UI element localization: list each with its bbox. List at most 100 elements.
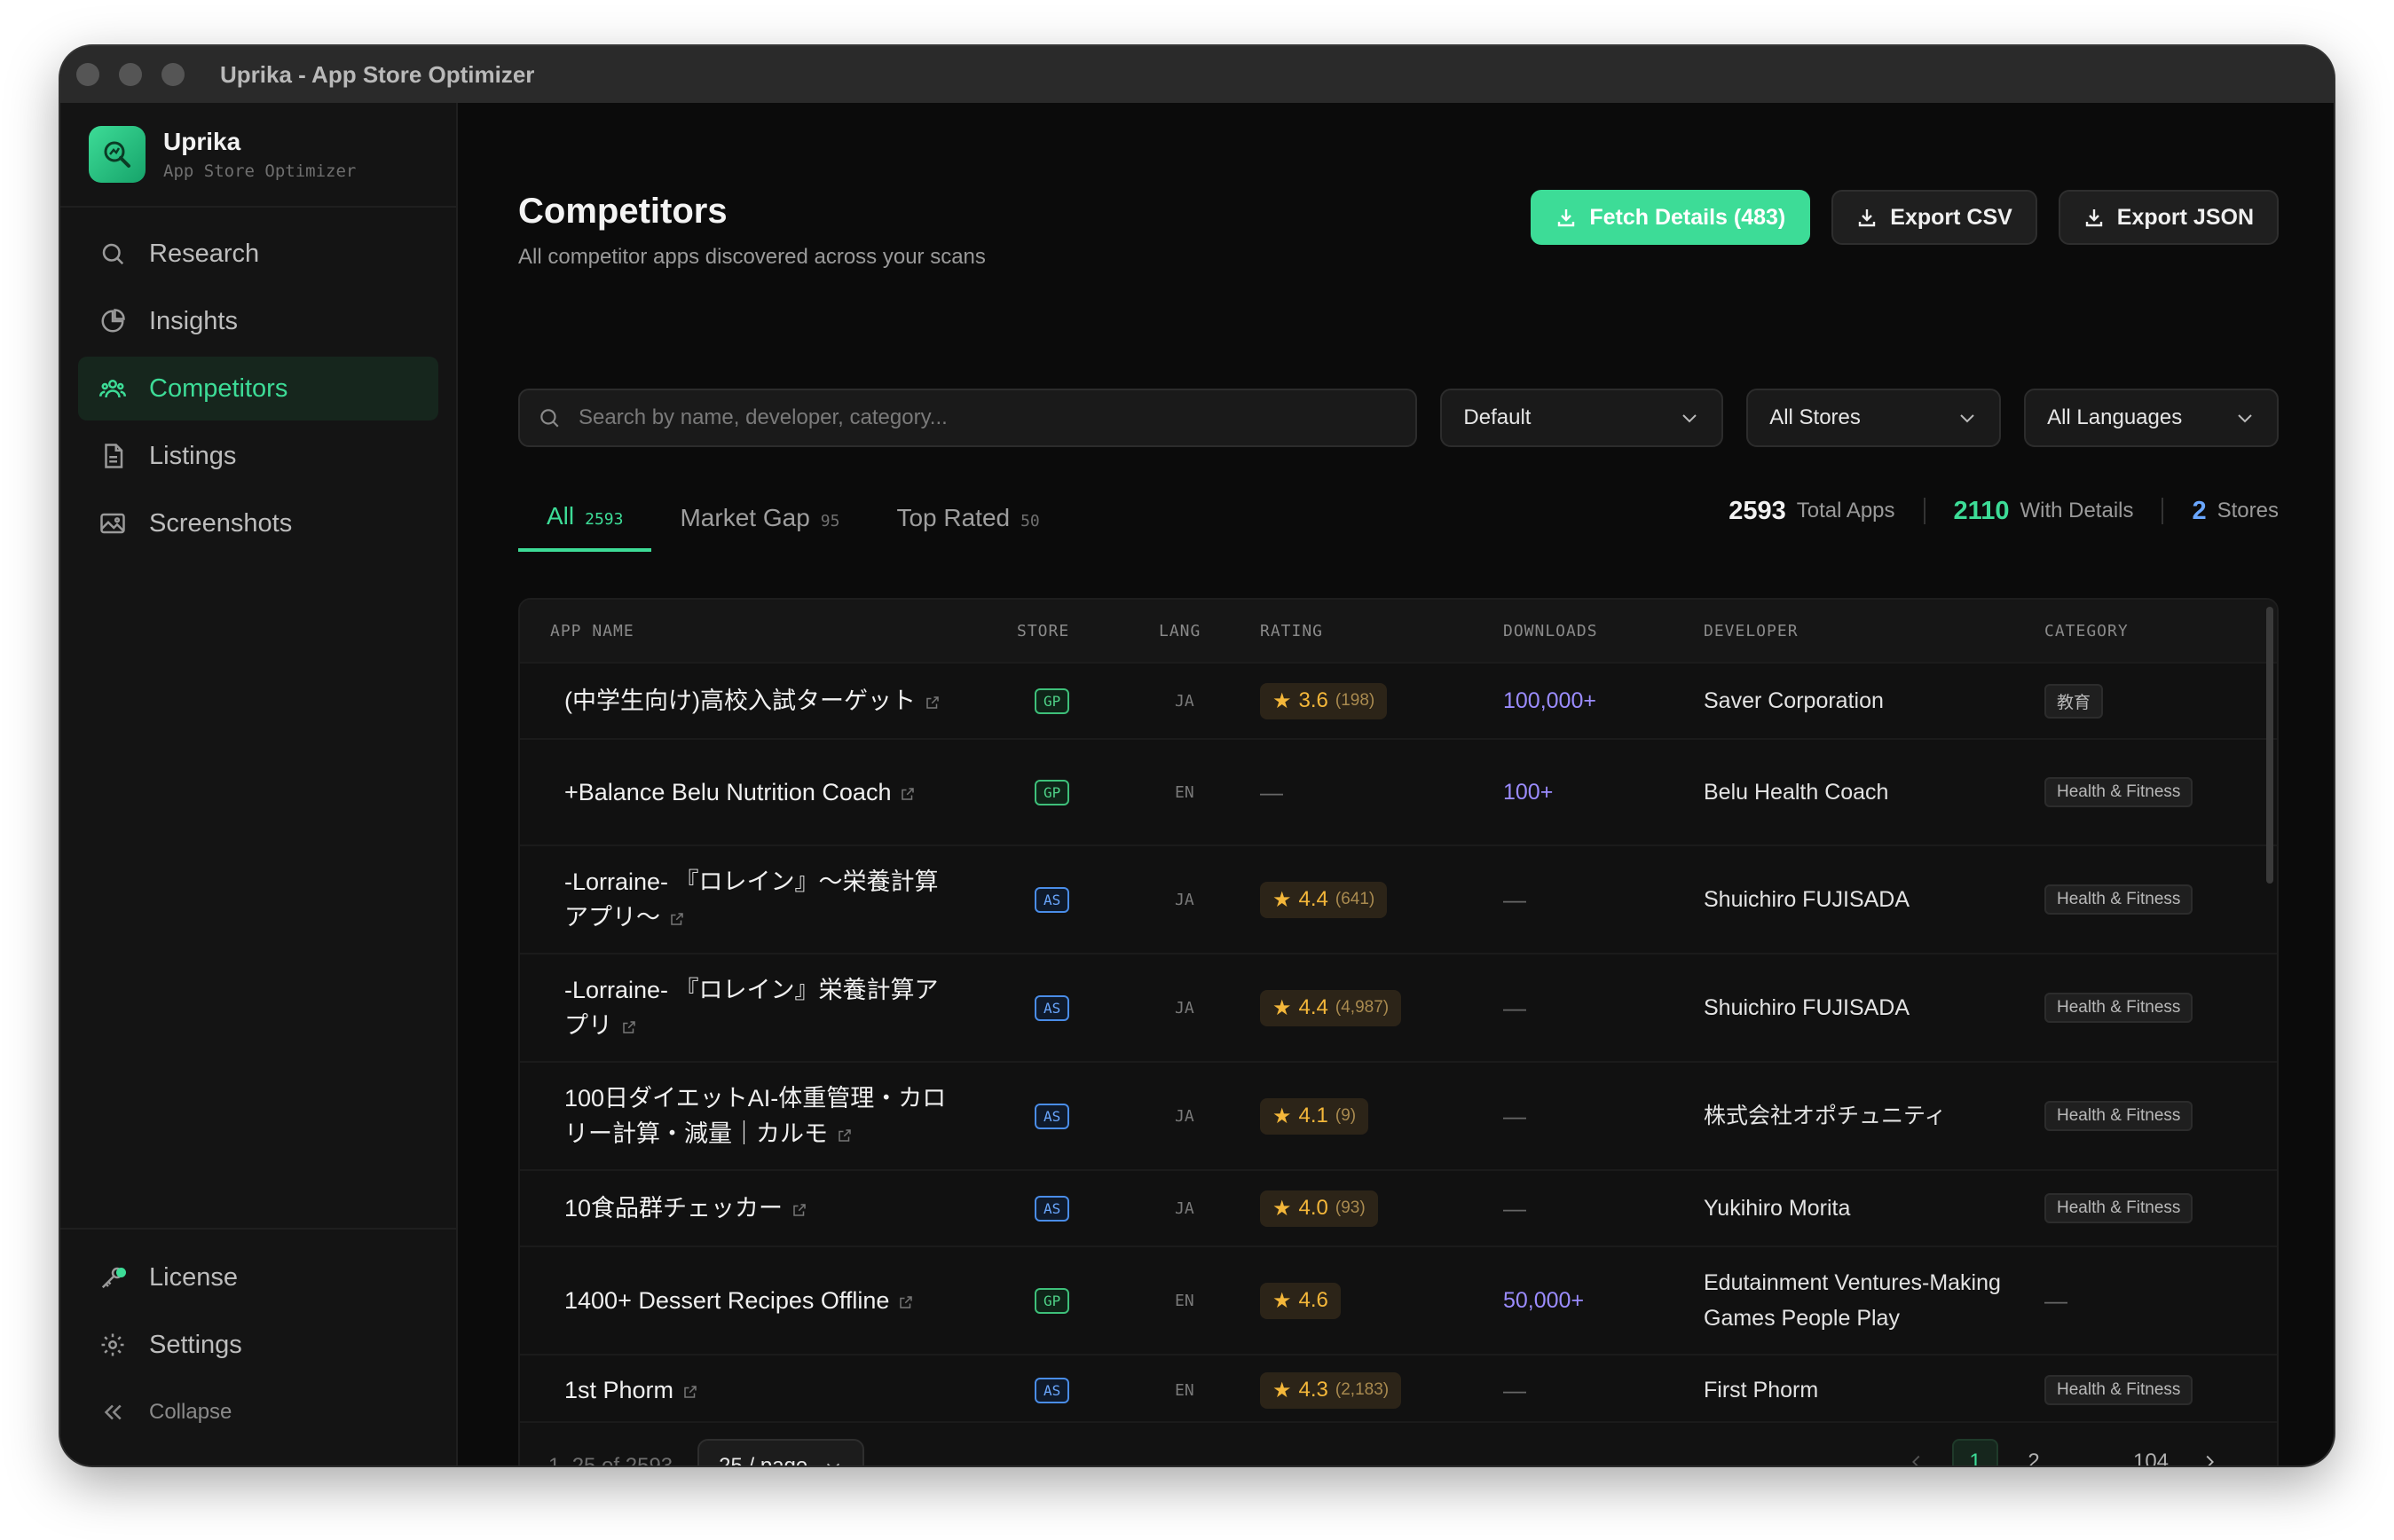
empty-value: — xyxy=(1503,1194,1526,1222)
column-header-lang[interactable]: LANG xyxy=(1132,622,1233,640)
store-select[interactable]: All Stores xyxy=(1746,389,2002,447)
external-link-icon[interactable] xyxy=(900,786,916,802)
column-header-downloads[interactable]: DOWNLOADS xyxy=(1478,622,1679,640)
expand-row-button[interactable] xyxy=(520,1383,550,1397)
close-window-button[interactable] xyxy=(76,63,99,86)
tab-count: 50 xyxy=(1020,511,1040,530)
store-badge: AS xyxy=(1035,1103,1070,1129)
next-page-button[interactable] xyxy=(2186,1439,2233,1465)
external-link-icon[interactable] xyxy=(791,1202,807,1218)
column-header-store[interactable]: STORE xyxy=(990,622,1132,640)
developer-name: Shuichiro FUJISADA xyxy=(1704,887,1910,912)
language-select[interactable]: All Languages xyxy=(2024,389,2279,447)
external-link-icon[interactable] xyxy=(669,911,685,927)
download-icon xyxy=(1558,209,1575,227)
download-icon xyxy=(1859,209,1876,227)
export-json-label: Export JSON xyxy=(2116,204,2254,230)
sort-select[interactable]: Default xyxy=(1440,389,1724,447)
tab-top-rated[interactable]: Top Rated 50 xyxy=(868,484,1067,552)
expand-row-button[interactable] xyxy=(520,892,550,907)
competitors-table: APP NAME STORE LANG RATING DOWNLOADS DEV… xyxy=(518,598,2279,1465)
search-icon xyxy=(102,243,124,265)
external-link-icon[interactable] xyxy=(837,1128,853,1143)
table-row[interactable]: 10食品群チェッカー AS JA ★ 4.0 (93) — Yukihiro Morita He… xyxy=(520,1169,2277,1245)
minimize-window-button[interactable] xyxy=(119,63,142,86)
stat-divider xyxy=(2162,498,2164,524)
tab-market-gap[interactable]: Market Gap 95 xyxy=(651,484,868,552)
expand-row-button[interactable] xyxy=(520,694,550,708)
sidebar-footer: License Settings Collapse xyxy=(60,1228,456,1465)
tab-all[interactable]: All 2593 xyxy=(518,484,652,552)
table-row[interactable]: -Lorraine- 『ロレイン』～栄養計算アプリ～ AS JA ★ 4.4 (641) —… xyxy=(520,845,2277,953)
page-button-2[interactable]: 2 xyxy=(2011,1439,2057,1465)
table-row[interactable]: (中学生向け)高校入試ターゲット GP JA ★ 3.6 (198) 100,000+ Sav… xyxy=(520,662,2277,738)
empty-value: — xyxy=(1503,1376,1526,1403)
external-link-icon[interactable] xyxy=(682,1384,698,1400)
external-link-icon[interactable] xyxy=(898,1294,914,1310)
column-header-category[interactable]: CATEGORY xyxy=(2036,622,2277,640)
previous-page-button[interactable] xyxy=(1894,1439,1940,1465)
store-badge: AS xyxy=(1035,1195,1070,1222)
total-apps-value: 2593 xyxy=(1729,496,1786,525)
gear-icon xyxy=(101,1333,124,1356)
column-header-developer[interactable]: DEVELOPER xyxy=(1679,622,2036,640)
rating-value: 3.6 xyxy=(1298,688,1328,712)
expand-row-button[interactable] xyxy=(520,1001,550,1015)
sidebar-item-research[interactable]: Research xyxy=(78,222,438,286)
rating-count: (93) xyxy=(1335,1198,1366,1217)
table-row[interactable]: -Lorraine- 『ロレイン』栄養計算アプリ AS JA ★ 4.4 (4,987) —… xyxy=(520,953,2277,1061)
page-button-last[interactable]: 104 xyxy=(2128,1439,2174,1465)
zoom-window-button[interactable] xyxy=(161,63,185,86)
rating-value: 4.3 xyxy=(1298,1378,1328,1402)
expand-row-button[interactable] xyxy=(520,1293,550,1308)
sidebar-item-license[interactable]: License xyxy=(78,1245,438,1309)
sidebar-item-label: Listings xyxy=(149,441,237,470)
rating-count: (9) xyxy=(1335,1106,1357,1125)
page-button-1[interactable]: 1 xyxy=(1952,1439,1998,1465)
table-row[interactable]: 100日ダイエットAI-体重管理・カロリー計算・減量｜カルモ AS JA ★ 4.1 (9… xyxy=(520,1061,2277,1169)
sidebar-item-competitors[interactable]: Competitors xyxy=(78,357,438,420)
collapse-sidebar-button[interactable]: Collapse xyxy=(78,1380,438,1444)
sidebar-item-label: License xyxy=(149,1262,238,1292)
sidebar-item-screenshots[interactable]: Screenshots xyxy=(78,491,438,555)
rating-badge: ★ 4.4 (4,987) xyxy=(1260,989,1402,1026)
table-row[interactable]: 1st Phorm AS EN ★ 4.3 (2,183) — First Phorm Heal… xyxy=(520,1354,2277,1425)
double-chevron-left-icon xyxy=(104,1404,122,1420)
sidebar-item-insights[interactable]: Insights xyxy=(78,289,438,353)
language-code: EN xyxy=(1175,1380,1194,1400)
export-csv-label: Export CSV xyxy=(1890,204,2012,230)
sidebar-item-settings[interactable]: Settings xyxy=(78,1313,438,1377)
document-icon xyxy=(105,444,123,468)
sidebar-nav: Research Insights Competitors Listings S… xyxy=(60,208,456,573)
app-name: 10食品群チェッカー xyxy=(564,1195,784,1222)
export-csv-button[interactable]: Export CSV xyxy=(1831,190,2037,245)
external-link-icon[interactable] xyxy=(925,695,941,711)
table-row[interactable]: 1400+ Dessert Recipes Offline GP EN ★ 4.6 50,… xyxy=(520,1245,2277,1354)
empty-value: — xyxy=(2044,1286,2067,1314)
sidebar-item-listings[interactable]: Listings xyxy=(78,424,438,488)
rating-value: 4.0 xyxy=(1298,1196,1328,1220)
summary-stats: 2593 Total Apps 2110 With Details 2 Stor… xyxy=(1729,484,2279,538)
empty-value: — xyxy=(1503,994,1526,1021)
empty-value: — xyxy=(1260,778,1283,805)
table-row[interactable]: +Balance Belu Nutrition Coach GP EN — 100+ Be… xyxy=(520,738,2277,845)
expand-row-button[interactable] xyxy=(520,785,550,799)
export-json-button[interactable]: Export JSON xyxy=(2058,190,2279,245)
table-scrollbar[interactable] xyxy=(2266,607,2273,884)
page-ellipsis: ... xyxy=(2083,1450,2101,1465)
external-link-icon[interactable] xyxy=(621,1019,637,1035)
fetch-details-button[interactable]: Fetch Details (483) xyxy=(1531,190,1811,245)
expand-row-button[interactable] xyxy=(520,1109,550,1123)
expand-row-button[interactable] xyxy=(520,1201,550,1215)
per-page-select[interactable]: 25 / page xyxy=(697,1439,865,1465)
store-badge: GP xyxy=(1035,779,1070,805)
column-header-rating[interactable]: RATING xyxy=(1233,622,1478,640)
category-tag: Health & Fitness xyxy=(2044,777,2193,807)
search-input[interactable] xyxy=(579,405,1377,430)
table-body: (中学生向け)高校入試ターゲット GP JA ★ 3.6 (198) 100,000+ Sav… xyxy=(520,662,2277,1425)
star-icon: ★ xyxy=(1272,887,1292,912)
app-name: 100日ダイエットAI-体重管理・カロリー計算・減量｜カルモ xyxy=(564,1085,947,1147)
title-bar: Uprika - App Store Optimizer xyxy=(60,46,2334,103)
column-header-app-name[interactable]: APP NAME xyxy=(520,622,990,640)
per-page-value: 25 / page xyxy=(719,1454,807,1465)
